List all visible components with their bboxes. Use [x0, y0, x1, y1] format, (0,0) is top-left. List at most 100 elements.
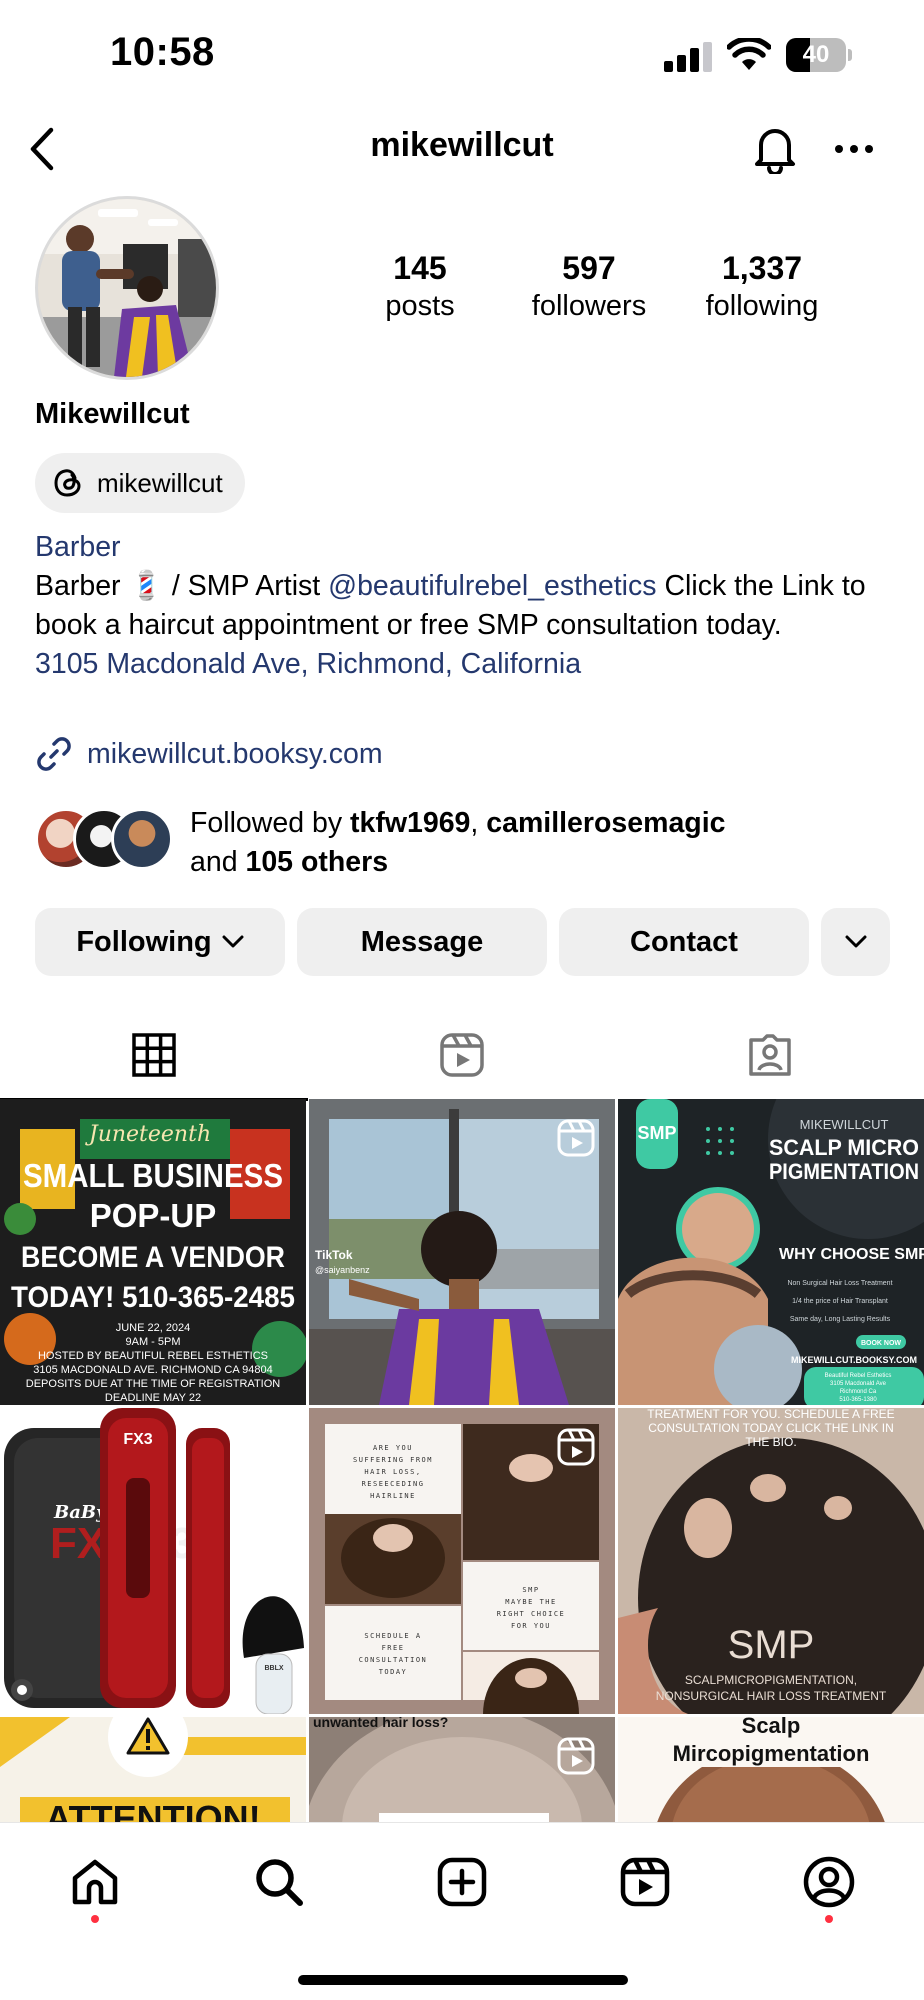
svg-text:SUFFERING FROM: SUFFERING FROM: [353, 1456, 433, 1464]
profile-avatar[interactable]: [35, 196, 219, 380]
followed-by-row[interactable]: Followed by tkfw1969, camillerosemagic an…: [35, 804, 895, 884]
bio-mention-link[interactable]: @beautifulrebel_esthetics: [328, 570, 656, 602]
threads-badge[interactable]: mikewillcut: [35, 453, 245, 513]
svg-text:SCHEDULE A: SCHEDULE A: [364, 1632, 421, 1640]
bottom-navigation: [0, 1822, 924, 2000]
contact-button[interactable]: Contact: [559, 908, 809, 976]
followers-count[interactable]: 597 followers: [499, 248, 679, 324]
post-logo-text: FX: [50, 1519, 106, 1568]
post-title: Scalp: [742, 1717, 801, 1738]
status-time: 10:58: [110, 30, 215, 74]
post-model: FX3: [123, 1431, 152, 1448]
display-name: Mikewillcut: [35, 398, 190, 430]
svg-text:THE BIO.: THE BIO.: [745, 1435, 796, 1449]
threads-handle: mikewillcut: [97, 467, 223, 498]
svg-text:SMP: SMP: [522, 1586, 539, 1594]
link-icon: [37, 737, 71, 771]
post-big-title: SMP: [728, 1623, 815, 1667]
post-cta: BOOK NOW: [861, 1340, 901, 1347]
post-title: Mircopigmentation: [673, 1741, 870, 1766]
bell-icon: [755, 129, 795, 174]
post-headline: POP-UP: [90, 1197, 217, 1234]
nav-reels[interactable]: [610, 1847, 680, 1917]
post-tile-scalp-micropigmentation[interactable]: Scalp Mircopigmentation: [618, 1717, 924, 1822]
tiktok-handle: @saiyanbenz: [315, 1265, 370, 1275]
profile-bio: Barber Barber 💈 / SMP Artist @beautifulr…: [35, 528, 895, 684]
svg-text:FREE: FREE: [382, 1644, 405, 1652]
post-tile-attention[interactable]: ATTENTION!: [0, 1717, 306, 1822]
post-headline: ATTENTION!: [45, 1798, 260, 1822]
create-icon: [437, 1857, 487, 1907]
battery-icon: 40: [786, 38, 852, 72]
svg-text:HAIR LOSS,: HAIR LOSS,: [364, 1468, 421, 1476]
post-tile-juneteenth[interactable]: Juneteenth SMALL BUSINESS POP-UP BECOME …: [0, 1099, 306, 1405]
following-count[interactable]: 1,337 following: [672, 248, 852, 324]
message-button[interactable]: Message: [297, 908, 547, 976]
more-options-button[interactable]: [826, 124, 882, 174]
post-detail: DEPOSITS DUE AT THE TIME OF REGISTRATION: [26, 1378, 281, 1390]
home-icon: [72, 1859, 118, 1905]
notifications-button[interactable]: [748, 120, 802, 178]
svg-text:Non Surgical Hair Loss Treatme: Non Surgical Hair Loss Treatment: [787, 1280, 892, 1287]
post-tile-unwanted-hair-loss[interactable]: unwanted hair loss?: [309, 1717, 615, 1822]
post-tile-smp-info[interactable]: SMP MIKEWILLCUT SCALP MICRO PIGMENTATION…: [618, 1099, 924, 1405]
post-headline: BECOME A VENDOR: [21, 1241, 285, 1274]
following-button[interactable]: Following: [35, 908, 285, 976]
post-caption: unwanted hair loss?: [313, 1717, 448, 1730]
website-url: mikewillcut.booksy.com: [87, 737, 383, 770]
suggested-accounts-button[interactable]: [821, 908, 890, 976]
tagged-icon: [749, 1034, 791, 1076]
post-detail: DEADLINE MAY 22: [105, 1392, 201, 1404]
nav-profile[interactable]: [794, 1847, 864, 1917]
profile-tabs: [0, 1010, 924, 1101]
contact-label: Contact: [630, 925, 738, 958]
stat-label: following: [705, 290, 819, 322]
home-indicator[interactable]: [298, 1975, 628, 1985]
reel-indicator-icon: [557, 1428, 595, 1466]
svg-text:SCALPMICROPIGMENTATION,: SCALPMICROPIGMENTATION,: [685, 1673, 857, 1687]
post-website: MIKEWILLCUT.BOOKSY.COM: [791, 1355, 917, 1365]
bio-text: Barber 💈 / SMP Artist: [35, 570, 329, 602]
profile-stats: 145 posts 597 followers 1,337 following: [330, 248, 920, 328]
tab-reels[interactable]: [308, 1010, 616, 1100]
mutual-user-1: tkfw1969: [350, 807, 471, 839]
status-bar: 10:58 40: [0, 0, 924, 110]
post-detail: HOSTED BY BEAUTIFUL REBEL ESTHETICS: [38, 1350, 268, 1362]
svg-text:CONSULTATION: CONSULTATION: [359, 1656, 428, 1664]
profile-address[interactable]: 3105 Macdonald Ave, Richmond, California: [35, 645, 895, 684]
profile-actions: Following Message Contact: [35, 908, 890, 976]
svg-text:HAIRLINE: HAIRLINE: [370, 1492, 416, 1500]
cellular-signal-icon: [664, 42, 714, 72]
svg-text:ARE YOU: ARE YOU: [373, 1444, 413, 1452]
threads-icon: [54, 469, 81, 497]
nav-home[interactable]: [60, 1847, 130, 1917]
post-detail: 3105 MACDONALD AVE. RICHMOND CA 94804: [33, 1364, 272, 1376]
stat-value: 145: [393, 250, 447, 286]
posts-count[interactable]: 145 posts: [330, 248, 510, 324]
svg-text:FOR YOU: FOR YOU: [511, 1622, 551, 1630]
nav-create[interactable]: [427, 1847, 497, 1917]
profile-category[interactable]: Barber: [35, 528, 895, 567]
followed-by-text: Followed by tkfw1969, camillerosemagic an…: [190, 807, 726, 878]
svg-text:RIGHT CHOICE: RIGHT CHOICE: [497, 1610, 566, 1618]
post-tile-haircut-video[interactable]: TikTok @saiyanbenz: [309, 1099, 615, 1405]
post-tag: SMP: [637, 1123, 676, 1143]
mutual-avatars: [35, 808, 175, 874]
post-tile-hair-loss-collage[interactable]: ARE YOU SUFFERING FROM HAIR LOSS, RESEEC…: [309, 1408, 615, 1714]
post-script-title: Juneteenth: [85, 1122, 211, 1147]
chevron-down-icon: [222, 935, 244, 948]
reel-indicator-icon: [557, 1119, 595, 1157]
post-why-title: WHY CHOOSE SMP: [779, 1246, 924, 1263]
tab-tagged[interactable]: [616, 1010, 924, 1100]
post-tile-smp-alopecia[interactable]: TREATMENT FOR YOU. SCHEDULE A FREE CONSU…: [618, 1408, 924, 1714]
tab-posts-grid[interactable]: [0, 1010, 308, 1100]
svg-text:Same day, Long Lasting Results: Same day, Long Lasting Results: [790, 1316, 891, 1323]
profile-icon: [803, 1856, 855, 1908]
profile-website-link[interactable]: mikewillcut.booksy.com: [35, 735, 383, 773]
post-title: PIGMENTATION: [769, 1159, 919, 1184]
nav-search[interactable]: [244, 1847, 314, 1917]
svg-text:3105 Macdonald Ave: 3105 Macdonald Ave: [830, 1381, 887, 1387]
post-tile-clippers[interactable]: BaBylis FX 3 FX3 BBLX: [0, 1408, 306, 1714]
svg-text:Beautiful Rebel Esthetics: Beautiful Rebel Esthetics: [825, 1373, 892, 1379]
notification-dot: [825, 1915, 833, 1923]
